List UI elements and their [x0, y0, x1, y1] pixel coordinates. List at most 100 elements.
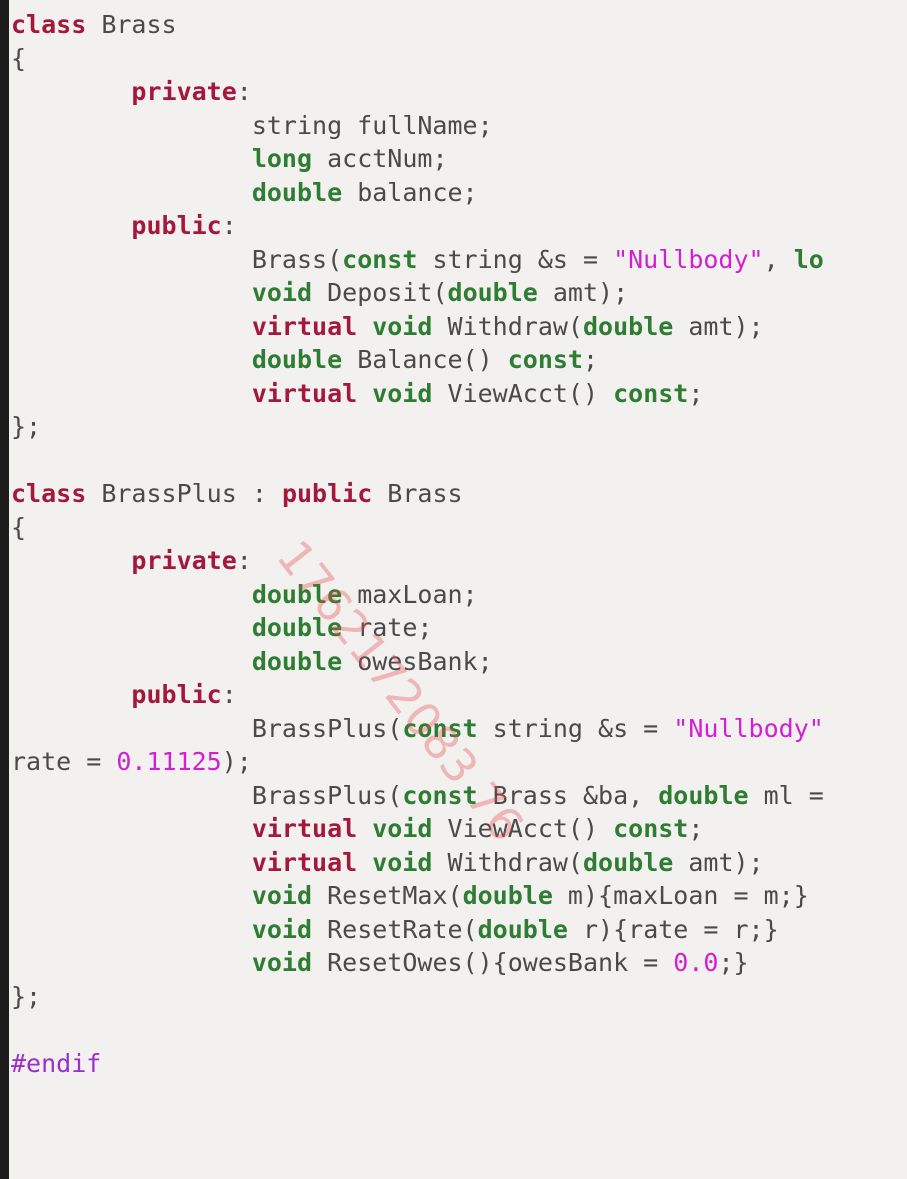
- code-token: public: [131, 680, 222, 709]
- code-token: void: [372, 814, 433, 843]
- code-token: double: [251, 345, 343, 374]
- code-line[interactable]: };: [11, 980, 824, 1014]
- code-line[interactable]: public:: [11, 209, 824, 243]
- code-token: "Nullbody": [613, 244, 764, 274]
- code-token: private: [131, 77, 237, 106]
- code-line[interactable]: private:: [11, 75, 824, 109]
- code-token: double: [251, 579, 343, 609]
- code-line[interactable]: double balance;: [11, 176, 824, 210]
- code-line[interactable]: double maxLoan;: [11, 578, 824, 612]
- code-line[interactable]: {: [11, 511, 824, 545]
- code-line[interactable]: void ResetRate(double r){rate = r;}: [11, 913, 824, 947]
- code-token: string &s =: [477, 713, 674, 743]
- code-token: Brass &ba,: [477, 780, 659, 810]
- code-token: ViewAcct(): [432, 378, 614, 408]
- code-token: owesBank;: [342, 646, 493, 676]
- code-token: double: [582, 847, 674, 877]
- code-editor[interactable]: class Brass{ private: string fullName; l…: [9, 0, 907, 1179]
- code-token: void: [251, 914, 313, 944]
- code-line[interactable]: double owesBank;: [11, 645, 824, 679]
- code-token: long: [251, 144, 313, 173]
- code-token: void: [251, 881, 313, 910]
- code-token: void: [372, 378, 433, 408]
- code-token: balance;: [342, 177, 478, 207]
- code-token: virtual: [251, 847, 358, 877]
- code-line[interactable]: virtual void Withdraw(double amt);: [11, 846, 824, 880]
- code-token: rate =: [11, 747, 117, 776]
- code-line[interactable]: virtual void ViewAcct() const;: [11, 377, 824, 411]
- code-line[interactable]: rate = 0.11125);: [11, 745, 824, 779]
- code-token: double: [251, 613, 343, 642]
- code-line[interactable]: void Deposit(double amt);: [11, 276, 824, 310]
- code-line[interactable]: BrassPlus(const string &s = "Nullbody": [11, 712, 824, 746]
- code-token: ResetOwes(){owesBank =: [312, 948, 674, 977]
- code-token: ,: [763, 244, 794, 274]
- code-token: ;}: [718, 948, 749, 977]
- code-token: class: [11, 479, 87, 508]
- code-token: :: [221, 211, 237, 240]
- code-token: Balance(): [342, 345, 508, 374]
- code-token: virtual: [251, 311, 358, 341]
- code-token: public: [131, 211, 222, 240]
- code-line[interactable]: private:: [11, 544, 824, 578]
- code-token: ViewAcct(): [432, 814, 614, 843]
- code-token: ml =: [748, 780, 824, 810]
- code-token: Brass: [86, 10, 177, 39]
- code-token: Brass: [372, 479, 463, 508]
- code-line[interactable]: [11, 444, 824, 478]
- code-token: ;: [582, 345, 599, 374]
- code-line[interactable]: string fullName;: [11, 109, 824, 143]
- code-token: amt);: [537, 278, 629, 307]
- code-token: lo: [793, 244, 824, 274]
- code-token: {: [11, 43, 27, 73]
- code-line[interactable]: long acctNum;: [11, 142, 824, 176]
- code-line[interactable]: void ResetOwes(){owesBank = 0.0;}: [11, 946, 824, 980]
- code-line[interactable]: virtual void Withdraw(double amt);: [11, 310, 824, 344]
- code-token: string &s =: [417, 244, 614, 274]
- code-area[interactable]: class Brass{ private: string fullName; l…: [11, 8, 824, 1080]
- code-line[interactable]: class Brass: [11, 8, 824, 42]
- code-line[interactable]: BrassPlus(const Brass &ba, double ml =: [11, 779, 824, 813]
- code-token: string fullName;: [11, 110, 493, 140]
- code-line[interactable]: void ResetMax(double m){maxLoan = m;}: [11, 879, 824, 913]
- code-line[interactable]: [11, 1013, 824, 1047]
- code-token: double: [582, 311, 674, 341]
- code-token: const: [402, 780, 478, 810]
- code-token: 0.11125: [116, 747, 222, 776]
- code-token: amt);: [673, 847, 764, 877]
- code-line[interactable]: virtual void ViewAcct() const;: [11, 812, 824, 846]
- code-token: Deposit(: [312, 278, 448, 307]
- code-token: void: [372, 847, 433, 877]
- code-token: const: [507, 345, 583, 374]
- code-line[interactable]: };: [11, 410, 824, 444]
- code-line[interactable]: double Balance() const;: [11, 343, 824, 377]
- code-token: double: [251, 177, 343, 207]
- code-token: :: [236, 546, 252, 575]
- code-token: const: [402, 713, 478, 743]
- code-line[interactable]: {: [11, 42, 824, 76]
- code-token: double: [447, 278, 538, 307]
- code-token: BrassPlus(: [11, 780, 403, 810]
- code-line[interactable]: double rate;: [11, 611, 824, 645]
- code-line[interactable]: Brass(const string &s = "Nullbody", lo: [11, 243, 824, 277]
- code-line[interactable]: public:: [11, 678, 824, 712]
- code-token: {: [11, 512, 27, 542]
- code-line[interactable]: class BrassPlus : public Brass: [11, 477, 824, 511]
- code-line[interactable]: #endif: [11, 1047, 824, 1081]
- code-token: ;: [688, 814, 704, 843]
